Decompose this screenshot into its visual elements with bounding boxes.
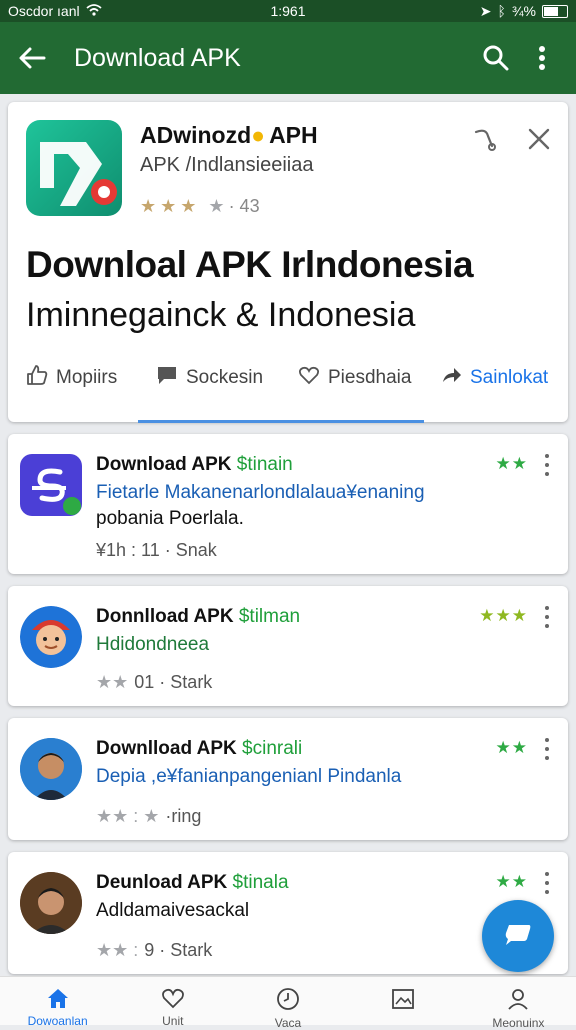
star-icon: ★ [140,196,157,216]
battery-icon [542,4,568,18]
nav-recent[interactable]: Vaca [230,977,345,1030]
list-item-title: Download APK $tinain [96,454,293,475]
avatar-icon [20,606,82,668]
nav-label: Dowoanlan [27,1014,88,1028]
rating-value: · 43 [228,196,260,216]
status-bar: Oscdor ıanl 1:961 ➤ ᛒ ¾% [0,0,576,22]
heart-icon [161,987,185,1012]
list-item-desc: Adldamaivesackal [96,900,250,921]
featured-app-subtitle: APK /Indlansieeiiaa [140,154,314,176]
featured-app-card[interactable]: ADwinozd● APH APK /Indlansieeiiaa ★ ★ ★ ★… [8,102,568,422]
chat-bubble-icon [503,921,533,952]
list-item-meta: ★★ : ★ ·ring [96,806,202,826]
person-icon [506,987,530,1014]
rating-stars: ★★ [495,454,528,473]
list-item-title: Donnlload APK $tilman [96,606,301,627]
nav-profile[interactable]: Meonuinx [461,977,576,1030]
tab-label: Mopiirs [56,367,118,388]
app-bar-title: Download APK [74,43,241,72]
star-icon: ★★ [96,672,129,692]
featured-app-rating: ★ ★ ★ ★ · 43 [140,196,260,217]
avatar-icon [20,738,82,800]
tab-label: Sainlokat [470,367,549,388]
list-item-desc: Hdidondneea [96,634,210,655]
featured-headline: Downloal APK Irlndonesia [26,244,474,285]
location-icon: ➤ [479,2,492,19]
close-icon[interactable] [522,122,556,156]
nav-label: Unit [162,1014,184,1028]
tab-save[interactable]: Piesdhaia [298,364,411,392]
more-vert-icon[interactable] [538,454,556,476]
list-item[interactable]: Deunload APK $tinala Adldamaivesackal ★★… [8,852,568,974]
nav-home[interactable]: Dowoanlan [0,977,115,1028]
clock-icon [276,987,300,1014]
compose-fab[interactable] [482,900,554,972]
more-vert-icon[interactable] [538,872,556,894]
active-tab-indicator [138,420,424,423]
list-item[interactable]: Downlload APK $cinrali Depia ,e¥fanianpa… [8,718,568,840]
rating-stars: ★★ [495,872,528,891]
nav-library[interactable] [346,977,461,1025]
nav-favorites[interactable]: Unit [115,977,230,1028]
list-item-meta: ★★ : 9 · Stark [96,940,213,960]
heart-icon [298,364,320,392]
nav-label: Vaca [274,1016,302,1030]
featured-app-name: ADwinozd● APH [140,122,318,148]
star-icon: ★ [180,196,197,216]
share-icon[interactable] [468,122,502,156]
more-vert-icon[interactable] [538,606,556,628]
list-item-meta: ¥1h : 11 · Snak [96,540,217,560]
featured-tabs: Mopiirs Sockesin Piesdhaia Sainlokat [8,364,568,410]
bluetooth-icon: ᛒ [497,3,506,19]
wifi-icon [86,3,102,19]
tab-label: Piesdhaia [328,367,412,388]
back-arrow-icon[interactable] [14,40,50,76]
battery-percent: ¾% [511,3,536,19]
list-item[interactable]: Donnlload APK $tilman Hdidondneea ★★ 01 … [8,586,568,706]
share-arrow-icon [440,364,462,392]
home-icon [46,987,70,1012]
star-icon: ★★ : ★ [96,806,160,826]
crown-icon: ● [251,122,266,148]
app-bar: Download APK [0,22,576,94]
carrier-label: Oscdor ıanl [8,3,80,19]
star-icon: ★ [160,196,177,216]
list-item-desc: Fietarle Makanenarlondlalaua¥enaning pob… [96,482,425,529]
star-icon: ★ [208,196,225,216]
list-item-desc: Depia ,e¥fanianpangenianl Pindanla [96,766,402,787]
gallery-icon [391,987,415,1014]
tab-share[interactable]: Sainlokat [440,364,548,392]
tab-label: Sockesin [186,367,264,388]
comment-icon [156,364,178,392]
bottom-navigation: Dowoanlan Unit Vaca Meonuinx [0,976,576,1030]
list-item[interactable]: Download APK $tinain Fietarle Makanenarl… [8,434,568,574]
search-icon[interactable] [476,38,516,78]
app-logo-icon [26,120,122,216]
nav-label: Meonuinx [492,1016,545,1030]
avatar-icon [20,872,82,934]
more-vert-icon[interactable] [522,38,562,78]
featured-subheadline: Iminnegainck & Indonesia [26,296,416,334]
tab-like[interactable]: Mopiirs [26,364,117,392]
rating-stars: ★★★ [479,606,528,625]
list-item-meta: ★★ 01 · Stark [96,672,213,692]
tab-comment[interactable]: Sockesin [156,364,263,392]
list-item-title: Downlload APK $cinrali [96,738,303,759]
rating-stars: ★★ [495,738,528,757]
list-item-title: Deunload APK $tinala [96,872,289,893]
thumbs-up-icon [26,364,48,392]
more-vert-icon[interactable] [538,738,556,760]
star-icon: ★★ : [96,940,139,960]
app-icon [20,454,82,516]
